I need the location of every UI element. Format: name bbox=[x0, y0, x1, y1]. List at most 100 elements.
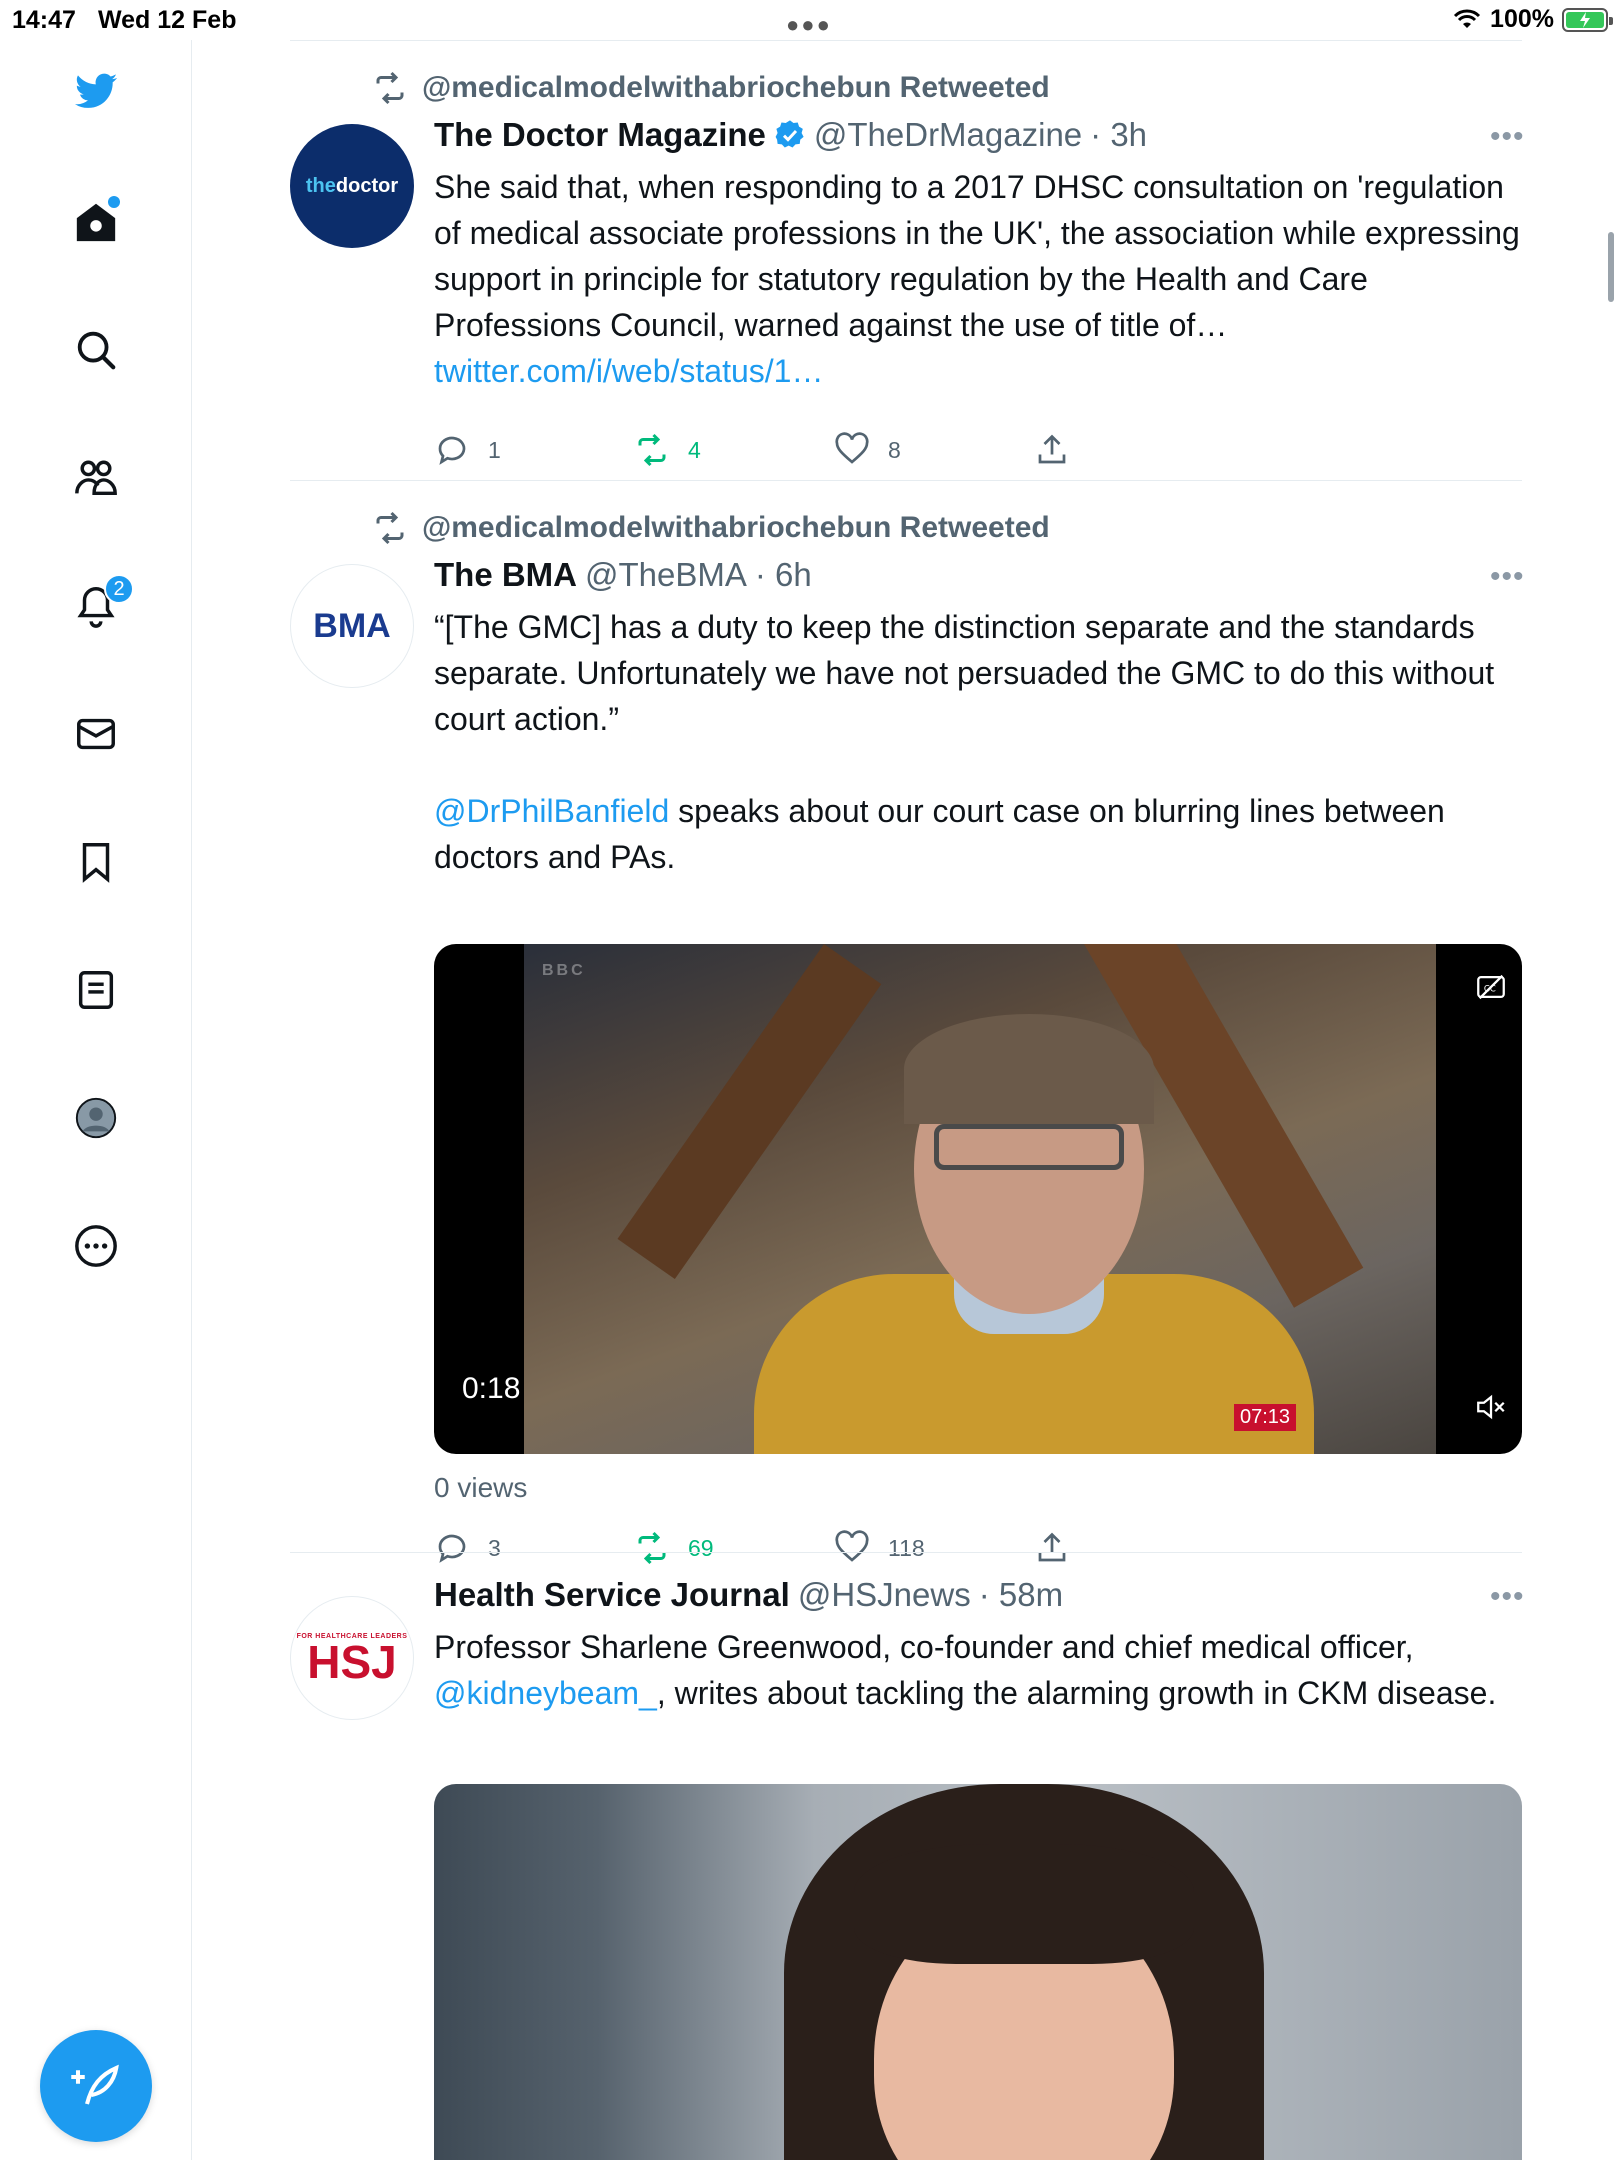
nav-notifications[interactable]: 2 bbox=[64, 574, 134, 638]
tweet-body-2: , writes about tackling the alarming gro… bbox=[656, 1675, 1497, 1711]
mute-icon[interactable] bbox=[1474, 1390, 1508, 1424]
share-icon bbox=[1038, 1532, 1066, 1562]
more-options-icon[interactable]: ••• bbox=[1490, 1580, 1525, 1614]
nav-home[interactable] bbox=[64, 190, 128, 254]
more-options-icon[interactable]: ••• bbox=[1490, 560, 1525, 594]
compose-tweet-button[interactable] bbox=[40, 2030, 152, 2142]
tweet-body: She said that, when responding to a 2017… bbox=[434, 169, 1520, 343]
avatar-text: the bbox=[305, 174, 336, 197]
twitter-logo-icon[interactable] bbox=[64, 60, 128, 124]
timestamp[interactable]: · 58m bbox=[979, 1576, 1063, 1614]
svg-text:CC: CC bbox=[1484, 984, 1496, 994]
status-date: Wed 12 Feb bbox=[98, 6, 237, 34]
video-frame bbox=[524, 944, 1436, 1454]
display-name[interactable]: The BMA bbox=[434, 556, 577, 594]
tweet-link[interactable]: twitter.com/i/web/status/1… bbox=[434, 353, 823, 389]
retweet-icon bbox=[376, 511, 404, 545]
home-unread-dot bbox=[108, 196, 120, 208]
handle[interactable]: @TheBMA bbox=[585, 556, 747, 594]
avatar-text: HSJ bbox=[307, 1635, 397, 1688]
reply-count: 3 bbox=[488, 1534, 501, 1561]
reply-icon bbox=[438, 436, 466, 465]
tweet-text: Professor Sharlene Greenwood, co-founder… bbox=[434, 1624, 1524, 1716]
retweet-icon bbox=[638, 1531, 666, 1565]
tweet-actions: 3 69 118 bbox=[434, 1530, 1134, 1570]
timestamp[interactable]: · 3h bbox=[1090, 116, 1147, 154]
lists-icon bbox=[78, 971, 114, 1009]
nav-profile[interactable] bbox=[64, 1086, 128, 1150]
tweet-body: “[The GMC] has a duty to keep the distin… bbox=[434, 609, 1495, 737]
reply-icon bbox=[438, 1534, 466, 1563]
tweet-header: The Doctor Magazine @TheDrMagazine · 3h bbox=[434, 116, 1147, 154]
video-watermark: BBC bbox=[542, 962, 586, 979]
retweet-icon bbox=[376, 71, 404, 105]
like-count: 118 bbox=[888, 1534, 925, 1561]
like-button[interactable]: 118 bbox=[834, 1530, 925, 1566]
status-bar: 14:47 Wed 12 Feb ●●● 100% bbox=[0, 0, 1620, 40]
tweet-body: Professor Sharlene Greenwood, co-founder… bbox=[434, 1629, 1414, 1665]
more-circle-icon bbox=[75, 1225, 117, 1267]
timestamp[interactable]: · 6h bbox=[755, 556, 812, 594]
display-name[interactable]: Health Service Journal bbox=[434, 1576, 790, 1614]
scroll-indicator[interactable] bbox=[1608, 232, 1614, 302]
share-button[interactable] bbox=[1034, 1530, 1070, 1566]
video-overlay-clock: 07:13 bbox=[1234, 1404, 1297, 1431]
video-player[interactable]: BBC 0:18 07:13 CC bbox=[434, 944, 1522, 1454]
status-right: 100% bbox=[1452, 5, 1613, 34]
multitask-dots-icon[interactable]: ●●● bbox=[786, 12, 832, 38]
avatar-text: BMA bbox=[313, 606, 391, 645]
share-button[interactable] bbox=[1034, 432, 1070, 468]
retweet-icon bbox=[638, 433, 666, 467]
tweet-actions: 1 4 8 bbox=[434, 432, 1134, 472]
retweet-count: 4 bbox=[688, 436, 701, 463]
handle[interactable]: @HSJnews bbox=[798, 1576, 971, 1614]
verified-badge-icon bbox=[775, 120, 804, 148]
tweet-header: Health Service Journal @HSJnews · 58m bbox=[434, 1576, 1063, 1614]
handle[interactable]: @TheDrMagazine bbox=[814, 116, 1082, 154]
reply-count: 1 bbox=[488, 436, 501, 463]
retweet-button[interactable]: 69 bbox=[634, 1530, 714, 1566]
like-count: 8 bbox=[888, 436, 901, 463]
tweet-text: “[The GMC] has a duty to keep the distin… bbox=[434, 604, 1524, 880]
sidebar: 2 bbox=[0, 40, 192, 2160]
mention-link[interactable]: @kidneybeam_ bbox=[434, 1675, 657, 1711]
view-count: 0 views bbox=[434, 1472, 528, 1503]
nav-bookmarks[interactable] bbox=[64, 830, 128, 894]
wifi-icon bbox=[1453, 9, 1481, 28]
retweet-count: 69 bbox=[688, 1534, 714, 1561]
retweet-context: @medicalmodelwithabriochebun Retweeted bbox=[372, 70, 1050, 106]
reply-button[interactable]: 3 bbox=[434, 1530, 501, 1566]
avatar[interactable]: the doctor bbox=[290, 124, 414, 248]
retweeted-by-label[interactable]: @medicalmodelwithabriochebun Retweeted bbox=[422, 511, 1050, 545]
captions-icon[interactable]: CC bbox=[1474, 970, 1508, 1004]
bookmark-icon bbox=[82, 843, 110, 883]
mail-icon bbox=[77, 718, 115, 750]
nav-more[interactable] bbox=[64, 1214, 128, 1278]
heart-icon bbox=[835, 432, 869, 464]
battery-icon bbox=[1562, 7, 1613, 32]
display-name[interactable]: The Doctor Magazine bbox=[434, 116, 766, 154]
tweet-text: She said that, when responding to a 2017… bbox=[434, 164, 1524, 394]
share-icon bbox=[1038, 434, 1066, 464]
mention-link[interactable]: @DrPhilBanfield bbox=[434, 793, 669, 829]
reply-button[interactable]: 1 bbox=[434, 432, 501, 468]
avatar[interactable]: BMA bbox=[290, 564, 414, 688]
avatar[interactable]: FOR HEALTHCARE LEADERS HSJ bbox=[290, 1596, 414, 1720]
nav-lists[interactable] bbox=[64, 958, 128, 1022]
nav-communities[interactable] bbox=[64, 446, 128, 510]
retweet-button[interactable]: 4 bbox=[634, 432, 701, 468]
heart-icon bbox=[835, 1530, 869, 1562]
avatar-icon bbox=[75, 1097, 117, 1139]
nav-messages[interactable] bbox=[64, 702, 128, 766]
like-button[interactable]: 8 bbox=[834, 432, 901, 468]
battery-percent: 100% bbox=[1490, 5, 1554, 33]
video-time: 0:18 bbox=[462, 1372, 521, 1405]
retweeted-by-label[interactable]: @medicalmodelwithabriochebun Retweeted bbox=[422, 71, 1050, 105]
retweet-context: @medicalmodelwithabriochebun Retweeted bbox=[372, 510, 1050, 546]
more-options-icon[interactable]: ••• bbox=[1490, 120, 1525, 154]
search-icon bbox=[77, 331, 116, 370]
feather-plus-icon bbox=[71, 2064, 119, 2105]
tweet-photo[interactable] bbox=[434, 1784, 1522, 2160]
nav-search[interactable] bbox=[64, 318, 128, 382]
communities-icon bbox=[75, 460, 117, 496]
